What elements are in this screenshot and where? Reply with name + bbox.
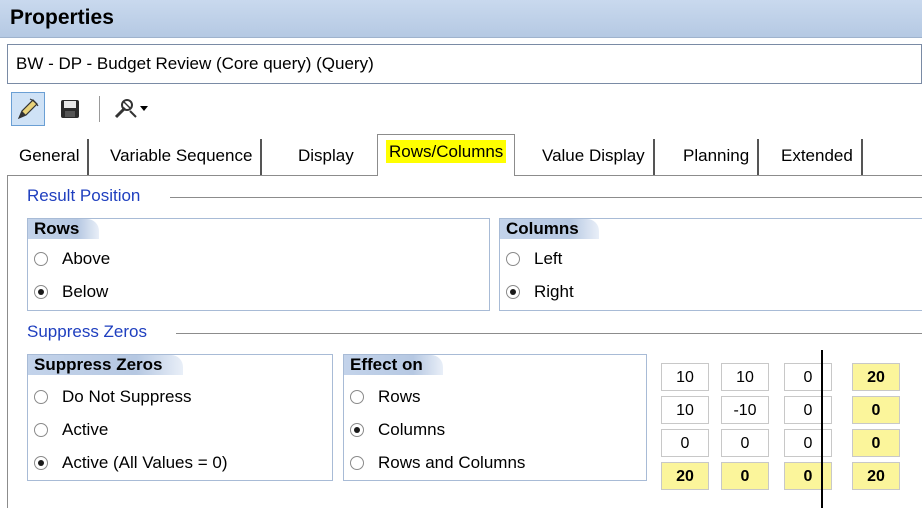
- effect-columns-option[interactable]: Columns: [350, 418, 445, 442]
- grid-cell-total: 0: [721, 462, 769, 490]
- option-label: Active (All Values = 0): [62, 453, 228, 472]
- option-label: Active: [62, 420, 109, 439]
- save-icon: [61, 100, 79, 118]
- radio-button[interactable]: [34, 390, 48, 404]
- window-titlebar: Properties: [0, 0, 922, 38]
- dropdown-arrow-icon: [140, 106, 148, 111]
- tab-value-display[interactable]: Value Display: [534, 139, 655, 175]
- grid-cell-total: 20: [661, 462, 709, 490]
- tab-strip: General Variable Sequence Display Rows/C…: [7, 134, 922, 176]
- result-position-label: Result Position: [27, 186, 144, 206]
- radio-button[interactable]: [350, 456, 364, 470]
- grid-cell: 0: [661, 429, 709, 457]
- rows-group: Rows Above Below: [27, 218, 490, 311]
- save-button[interactable]: [53, 92, 87, 126]
- grid-cell: 0: [784, 363, 832, 391]
- columns-left-option[interactable]: Left: [506, 247, 562, 271]
- radio-button[interactable]: [506, 252, 520, 266]
- option-label: Left: [534, 249, 563, 268]
- section-divider: [176, 333, 922, 334]
- radio-button[interactable]: [350, 390, 364, 404]
- grid-cell: 10: [721, 363, 769, 391]
- option-label: Above: [62, 249, 111, 268]
- grid-cell-total: 0: [852, 429, 900, 457]
- suppress-zeros-label: Suppress Zeros: [27, 322, 150, 342]
- grid-cell-total: 0: [784, 462, 832, 490]
- tab-rows-columns[interactable]: Rows/Columns: [377, 134, 516, 176]
- tab-planning[interactable]: Planning: [675, 139, 760, 175]
- grid-cell-total: 20: [852, 462, 900, 490]
- tab-label: Planning: [683, 146, 750, 165]
- grid-cell: 0: [784, 429, 832, 457]
- option-label: Do Not Suppress: [62, 387, 192, 406]
- suppressed-column-marker: [821, 350, 823, 508]
- toolbar: [7, 88, 922, 130]
- tab-display[interactable]: Display: [290, 139, 362, 175]
- radio-button[interactable]: [34, 423, 48, 437]
- effect-rows-option[interactable]: Rows: [350, 385, 421, 409]
- grid-cell: 10: [661, 396, 709, 424]
- edit-icon: [17, 98, 39, 120]
- effect-rows-and-columns-option[interactable]: Rows and Columns: [350, 451, 525, 475]
- suppress-active-option[interactable]: Active: [34, 418, 108, 442]
- effect-on-group-header: Effect on: [344, 355, 443, 375]
- columns-group-header: Columns: [500, 219, 599, 239]
- tab-extended[interactable]: Extended: [773, 139, 863, 175]
- tab-general[interactable]: General: [11, 139, 90, 175]
- edit-button[interactable]: [11, 92, 45, 126]
- radio-button-selected[interactable]: [350, 423, 364, 437]
- tab-label: Rows/Columns: [386, 140, 507, 163]
- query-name: BW - DP - Budget Review (Core query) (Qu…: [16, 54, 374, 73]
- radio-button[interactable]: [34, 252, 48, 266]
- option-label: Rows and Columns: [378, 453, 526, 472]
- rows-above-option[interactable]: Above: [34, 247, 110, 271]
- grid-cell-total: 20: [852, 363, 900, 391]
- rows-below-option[interactable]: Below: [34, 280, 108, 304]
- grid-cell: -10: [721, 396, 769, 424]
- window-title: Properties: [10, 6, 114, 29]
- option-label: Rows: [378, 387, 421, 406]
- toolbar-separator: [99, 96, 100, 122]
- rows-group-header: Rows: [28, 219, 100, 239]
- grid-cell: 0: [721, 429, 769, 457]
- tab-label: Extended: [781, 146, 853, 165]
- tab-label: Variable Sequence: [110, 146, 253, 165]
- suppress-active-all-zero-option[interactable]: Active (All Values = 0): [34, 451, 228, 475]
- grid-cell-total: 0: [852, 396, 900, 424]
- radio-button-selected[interactable]: [34, 285, 48, 299]
- tab-variable-sequence[interactable]: Variable Sequence: [102, 139, 263, 175]
- tab-label: Value Display: [542, 146, 645, 165]
- tab-label: General: [19, 146, 80, 165]
- suppress-zeros-group: Suppress Zeros Do Not Suppress Active Ac…: [27, 354, 333, 481]
- tab-label: Display: [298, 146, 354, 165]
- columns-group: Columns Left Right: [499, 218, 922, 311]
- suppress-zeros-group-header: Suppress Zeros: [28, 355, 183, 375]
- effect-on-group: Effect on Rows Columns Rows and Columns: [343, 354, 647, 481]
- radio-button-selected[interactable]: [34, 456, 48, 470]
- option-label: Columns: [378, 420, 446, 439]
- suppress-do-not-option[interactable]: Do Not Suppress: [34, 385, 191, 409]
- tools-menu-button[interactable]: [107, 92, 153, 126]
- tools-icon: [114, 99, 137, 119]
- section-divider: [170, 197, 922, 198]
- option-label: Below: [62, 282, 109, 301]
- grid-cell: 10: [661, 363, 709, 391]
- radio-button-selected[interactable]: [506, 285, 520, 299]
- option-label: Right: [534, 282, 574, 301]
- query-name-field: BW - DP - Budget Review (Core query) (Qu…: [7, 44, 922, 84]
- columns-right-option[interactable]: Right: [506, 280, 574, 304]
- grid-cell: 0: [784, 396, 832, 424]
